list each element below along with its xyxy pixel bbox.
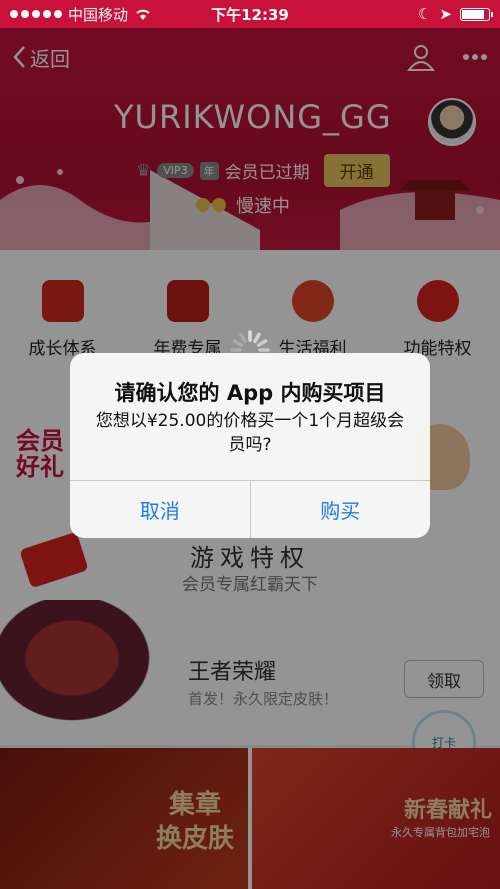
dialog-title: 请确认您的 App 内购买项目 [114,381,386,405]
carrier-name: 中国移动 [68,5,129,24]
battery-icon [460,7,493,21]
moon-icon: ☾ [417,5,432,23]
purchase-confirm-dialog: 请确认您的 App 内购买项目 您想以¥25.00的价格买一个1个月超级会员吗?… [70,353,430,538]
signal-strength-icon [10,10,62,18]
buy-button[interactable]: 购买 [249,481,431,538]
location-icon: ➤ [439,5,452,23]
wifi-icon [136,9,150,20]
dialog-message: 您想以¥25.00的价格买一个1个月超级会员吗? [95,411,405,455]
status-bar: 中国移动 下午12:39 ☾ ➤ [0,0,500,28]
cancel-button[interactable]: 取消 [70,481,250,538]
carrier-group: 中国移动 [10,4,152,25]
dialog-buttons: 取消 购买 [70,480,430,538]
status-right: ☾ ➤ [417,5,493,23]
